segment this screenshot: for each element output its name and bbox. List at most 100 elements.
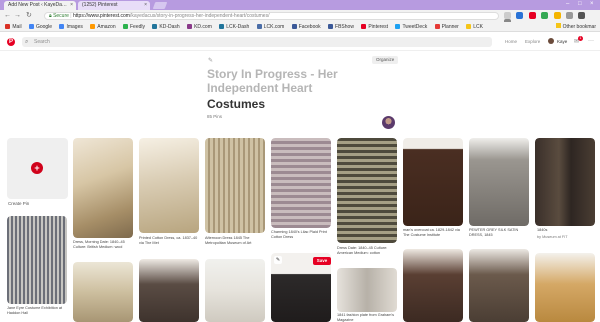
bookmark-facebook[interactable]: Facebook xyxy=(291,22,321,31)
bookmark-mail[interactable]: Mail xyxy=(5,22,22,31)
bookmark-amazon[interactable]: Amazon xyxy=(90,22,116,31)
pin-card[interactable] xyxy=(7,216,67,304)
save-button[interactable]: Save xyxy=(313,257,331,265)
close-icon[interactable]: × xyxy=(144,2,147,8)
edit-board-icon[interactable]: ✎ xyxy=(208,57,213,64)
twitter-icon xyxy=(395,24,401,29)
pin-image xyxy=(139,138,199,233)
extension-bar xyxy=(504,12,600,26)
wordpress-icon xyxy=(219,24,225,29)
nav-user[interactable]: Kaye xyxy=(557,39,567,44)
pin-image xyxy=(337,268,397,312)
organize-button[interactable]: Organize xyxy=(372,56,399,64)
pin-card[interactable] xyxy=(139,259,199,322)
pin-card[interactable] xyxy=(535,253,595,322)
wordpress-icon xyxy=(152,24,158,29)
bookmark-kd-com[interactable]: KD.com xyxy=(187,22,212,31)
nav-explore[interactable]: Explore xyxy=(525,39,540,44)
pin-image xyxy=(535,138,595,226)
new-tab-button[interactable] xyxy=(152,2,168,9)
pin-card[interactable] xyxy=(469,249,529,322)
pin-count: 85 Pins xyxy=(207,114,223,119)
pin-caption: 1840s xyxy=(537,228,548,232)
lock-icon: 🔒︎ xyxy=(49,13,52,19)
url-host: https://www.pinterest.com xyxy=(73,13,130,19)
pin-image xyxy=(271,138,331,228)
pin-card[interactable] xyxy=(337,268,397,312)
reload-icon[interactable]: ↻ xyxy=(26,12,32,19)
pin-image xyxy=(337,138,397,243)
maximize-icon[interactable]: □ xyxy=(578,1,582,7)
folder-icon xyxy=(555,23,561,28)
extension-icon[interactable] xyxy=(516,12,524,19)
pin-source: by Museum at FIT xyxy=(537,235,568,239)
forward-icon[interactable]: → xyxy=(14,12,21,19)
pin-card[interactable] xyxy=(205,138,265,233)
extension-icon[interactable] xyxy=(565,12,573,19)
bookmark-feedly[interactable]: Feedly xyxy=(123,22,145,31)
pin-image xyxy=(535,253,595,322)
folder-icon xyxy=(466,24,472,29)
avatar[interactable] xyxy=(548,38,554,44)
bookmark-kd-dash[interactable]: KD-Dash xyxy=(152,22,180,31)
pinterest-extension-icon[interactable] xyxy=(528,12,536,19)
pin-card[interactable] xyxy=(337,138,397,243)
extension-icon[interactable] xyxy=(553,12,561,19)
pin-image xyxy=(469,138,529,226)
pin-image xyxy=(73,262,133,322)
pin-image xyxy=(469,249,529,322)
bookmark-lck[interactable]: LCK xyxy=(466,22,483,31)
more-options-icon[interactable]: ··· xyxy=(588,38,594,44)
extension-icon[interactable] xyxy=(578,12,586,19)
tab-pinterest[interactable]: (1252) Pinterest × xyxy=(78,1,150,10)
pinterest-header: P ⌕ Search Home Explore Kaye ✉ 1 ··· xyxy=(0,33,600,51)
pin-card[interactable] xyxy=(271,138,331,228)
bookmark-planner[interactable]: Planner xyxy=(434,22,459,31)
bookmark-fbshow[interactable]: FBShow xyxy=(328,22,354,31)
amazon-icon xyxy=(90,24,96,29)
pin-card[interactable] xyxy=(469,138,529,226)
bookmark-google[interactable]: Google xyxy=(28,22,52,31)
section-title: Costumes xyxy=(207,97,266,111)
nav-home[interactable]: Home xyxy=(505,39,517,44)
board-title: Story In Progress - Her Independent Hear… xyxy=(207,67,338,95)
minimize-icon[interactable]: – xyxy=(566,1,569,7)
url-input[interactable]: 🔒︎ Secure | https://www.pinterest.com/ka… xyxy=(44,12,499,20)
search-icon: ⌕ xyxy=(25,39,29,45)
search-input[interactable]: ⌕ Search xyxy=(22,37,492,47)
pin-card[interactable] xyxy=(139,138,199,233)
close-window-icon[interactable]: × xyxy=(590,1,594,7)
create-pin-button[interactable]: + xyxy=(7,138,68,199)
pin-card[interactable] xyxy=(205,259,265,322)
secure-label: Secure xyxy=(53,13,69,19)
pin-caption: Printed Cotton Dress, ca. 1837–40 via Th… xyxy=(139,236,198,245)
pin-caption: Dress, Morning Date: 1840–45 Culture: Br… xyxy=(73,240,125,249)
pin-image xyxy=(205,259,265,322)
pin-card[interactable] xyxy=(403,138,463,226)
pin-image xyxy=(73,138,133,238)
other-bookmarks[interactable]: Other bookmar xyxy=(555,22,596,31)
back-icon[interactable]: ← xyxy=(4,12,11,19)
pin-card[interactable] xyxy=(73,262,133,322)
pin-card[interactable] xyxy=(73,138,133,238)
tab-title: (1252) Pinterest xyxy=(82,2,118,8)
extension-icon[interactable] xyxy=(541,12,549,19)
pin-card[interactable] xyxy=(535,138,595,226)
pin-image xyxy=(403,249,463,322)
bookmark-tweetdeck[interactable]: TweetDeck xyxy=(395,22,427,31)
edit-pin-icon[interactable]: ✎ xyxy=(274,256,282,264)
url-path: /kayedacus/story-in-progress-her-indepen… xyxy=(129,13,270,19)
close-icon[interactable]: × xyxy=(70,2,73,8)
site-icon xyxy=(256,24,262,29)
board-owner-avatar[interactable] xyxy=(382,116,395,129)
pin-card[interactable] xyxy=(403,249,463,322)
tab-title: Add New Post ‹ KayeDa… xyxy=(8,2,67,8)
bookmark-lck-dash[interactable]: LCK-Dash xyxy=(219,22,249,31)
bookmark-images[interactable]: Images xyxy=(59,22,83,31)
pin-caption: man's overcoat ca. 1829-1842 via The Cos… xyxy=(403,228,460,237)
bookmark-star-icon[interactable] xyxy=(504,12,511,19)
pinterest-logo-icon[interactable]: P xyxy=(7,38,15,46)
tab-add-new-post[interactable]: Add New Post ‹ KayeDa… × xyxy=(4,1,76,10)
bookmark-pinterest[interactable]: Pinterest xyxy=(361,22,388,31)
bookmark-lck-com[interactable]: LCK.com xyxy=(256,22,284,31)
